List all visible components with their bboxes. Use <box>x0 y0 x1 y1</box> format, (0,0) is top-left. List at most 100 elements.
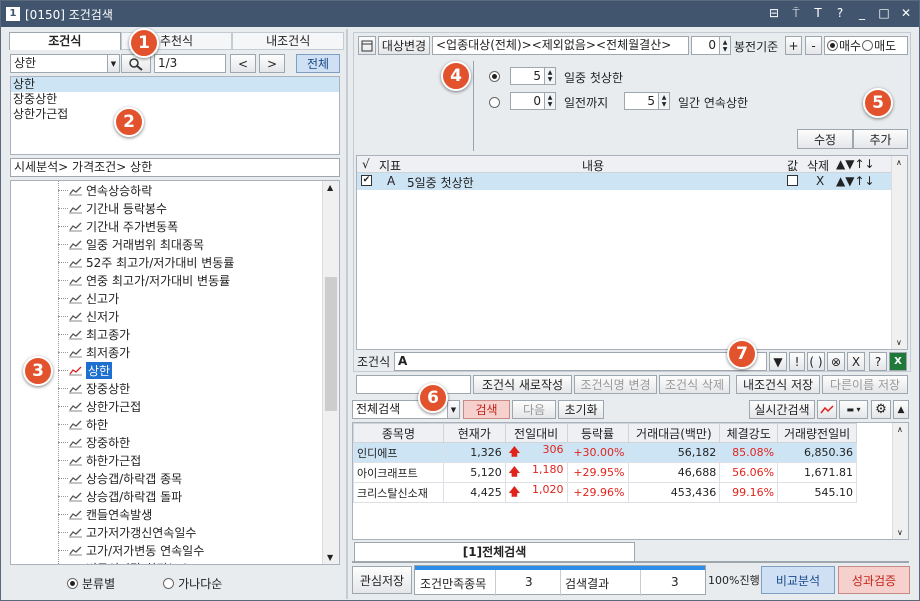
col-diff[interactable]: 전일대비 <box>504 423 568 443</box>
condition-checkbox[interactable]: ✔ <box>361 175 372 186</box>
tree-item[interactable]: 상승갭/하락갭 돌파 <box>58 487 182 505</box>
list-item[interactable]: 장중상한 <box>11 92 339 107</box>
tree-item[interactable]: 장중하한 <box>58 433 130 451</box>
target-icon-button[interactable] <box>358 36 376 55</box>
sort-alpha-radio[interactable] <box>163 578 175 589</box>
maximize-icon[interactable]: □ <box>877 6 891 21</box>
consecutive-days-spinner[interactable]: ▲ ▼ <box>659 92 670 110</box>
tree-item[interactable]: 하한 <box>58 415 108 433</box>
pin-icon[interactable]: ⍑ <box>789 6 803 21</box>
expr-paren-button[interactable]: ( ) <box>807 352 825 371</box>
grid-scrollbar[interactable]: ∧ ∨ <box>892 423 908 539</box>
tree-item[interactable]: 신고가 <box>58 289 119 307</box>
col-power[interactable]: 체결강도 <box>719 423 779 443</box>
condition-scrollbar[interactable]: ∧ ∨ <box>891 156 907 349</box>
table-row[interactable]: 크리스탈신소재 4,425 🡅 1,020 +29.96% 453,436 99.16% 54… <box>353 482 857 503</box>
consecutive-days-input[interactable]: 5 <box>624 92 659 110</box>
result-tab[interactable]: [1]전체검색 <box>354 542 635 562</box>
next-page-button[interactable]: > <box>259 54 285 73</box>
search-execute-button[interactable]: 검색 <box>463 400 510 419</box>
bar-offset-input[interactable]: 0 <box>691 36 720 55</box>
table-row[interactable]: 아이크래프트 5,120 🡅 1,180 +29.95% 46,688 56.06% 1,67… <box>353 462 857 483</box>
bar-offset-spinner[interactable]: ▲ ▼ <box>720 36 731 55</box>
tree-item[interactable]: 신저가 <box>58 307 119 325</box>
prev-page-button[interactable]: < <box>230 54 256 73</box>
font-icon[interactable]: T <box>811 6 825 21</box>
tree-item[interactable]: 고가/저가변동 연속일수 <box>58 541 204 559</box>
tree-item[interactable]: 최고종가 <box>58 325 130 343</box>
next-results-button[interactable]: 다음 <box>512 400 556 419</box>
scope-dropdown-icon[interactable]: ▼ <box>447 400 460 419</box>
search-input[interactable]: 상한 <box>10 54 120 73</box>
tree-item[interactable]: 연중 최고가/저가대비 변동률 <box>58 271 230 289</box>
col-name[interactable]: 종목명 <box>353 423 444 443</box>
save-my-condition-button[interactable]: 내조건식 저장 <box>736 375 820 394</box>
condition-row[interactable]: ✔ A 5일중 첫상한 X ▲▼↑↓ <box>357 173 891 190</box>
tree-item[interactable]: 기간내 등락봉수 <box>58 199 167 217</box>
realtime-search-button[interactable]: 실시간검색 <box>749 400 815 419</box>
expr-help-button[interactable]: ? <box>869 352 887 371</box>
excel-icon[interactable]: X <box>889 352 907 371</box>
consecutive-limit-radio[interactable] <box>489 97 500 108</box>
sort-by-category-radio[interactable] <box>67 578 78 589</box>
first-limit-days-input[interactable]: 5 <box>510 67 545 85</box>
edit-button[interactable]: 수정 <box>797 129 853 149</box>
new-condition-button[interactable]: 조건식 새로작성 <box>473 375 572 394</box>
tree-item[interactable]: 52주 최고가/저가대비 변동률 <box>58 253 234 271</box>
settings-icon[interactable]: ⚙ <box>871 400 891 419</box>
reset-button[interactable]: 초기화 <box>558 400 604 419</box>
tree-item[interactable]: 기간내 주가변동폭 <box>58 217 178 235</box>
days-before-spinner[interactable]: ▲ ▼ <box>545 92 556 110</box>
sell-radio[interactable] <box>862 40 874 51</box>
search-dropdown-button[interactable]: ▼ <box>107 54 120 73</box>
all-button[interactable]: 전체 <box>296 54 340 73</box>
tree-item[interactable]: 연속상승하락 <box>58 181 152 199</box>
expr-clear-button[interactable]: X <box>847 352 865 371</box>
tree-item[interactable]: 하한가근접 <box>58 451 141 469</box>
order-arrows[interactable]: ▲▼↑↓ <box>836 174 875 188</box>
minus-button[interactable]: - <box>805 36 822 55</box>
expr-not-button[interactable]: ! <box>789 352 805 371</box>
performance-verify-button[interactable]: 성과검증 <box>838 566 910 594</box>
table-row[interactable]: 인디에프 1,326 🡅 306 +30.00% 56,182 85.08% 6,850.36 <box>353 442 857 463</box>
delete-condition-button[interactable]: X <box>816 174 824 188</box>
rename-condition-button[interactable]: 조건식명 변경 <box>574 375 657 394</box>
buy-radio[interactable] <box>827 40 838 51</box>
first-limit-days-spinner[interactable]: ▲ ▼ <box>545 67 556 85</box>
list-item[interactable]: 상한가근접 <box>11 107 339 122</box>
delete-condition-formula-button[interactable]: 조건식 삭제 <box>659 375 730 394</box>
col-price[interactable]: 현재가 <box>442 423 506 443</box>
tree-scrollbar[interactable]: ▲ ▼ <box>322 181 339 564</box>
add-button[interactable]: 추가 <box>853 129 908 149</box>
expr-dropdown-button[interactable]: ▼ <box>769 352 787 371</box>
layout-select[interactable]: ▬ ▾ <box>839 400 868 419</box>
tree-item[interactable]: 캔들연속발생 <box>58 505 152 523</box>
chart-icon[interactable] <box>817 400 837 419</box>
plus-button[interactable]: + <box>785 36 802 55</box>
tree-item[interactable]: 상승갭/하락갭 종목 <box>58 469 182 487</box>
save-interest-button[interactable]: 관심저장 <box>352 566 412 594</box>
expression-input[interactable]: A <box>394 352 767 371</box>
tab-condition[interactable]: 조건식 <box>9 32 121 50</box>
col-amount[interactable]: 거래대금(백만) <box>627 423 721 443</box>
tree-item[interactable]: 고가저가갱신연속일수 <box>58 523 196 541</box>
scroll-thumb[interactable] <box>325 277 337 411</box>
condition-name-input[interactable] <box>356 375 471 394</box>
list-item[interactable]: 상한 <box>11 77 339 92</box>
tree-item[interactable]: 상한 <box>58 361 113 379</box>
layout-icon[interactable]: ⊟ <box>767 6 781 21</box>
tree-item[interactable]: 상한가근접 <box>58 397 141 415</box>
save-as-button[interactable]: 다른이름 저장 <box>822 375 908 394</box>
tab-my-condition[interactable]: 내조건식 <box>232 32 345 50</box>
col-rate[interactable]: 등락률 <box>566 423 629 443</box>
value-checkbox[interactable] <box>787 175 798 186</box>
days-before-input[interactable]: 0 <box>510 92 545 110</box>
tree-item[interactable]: 장중상한 <box>58 379 130 397</box>
tree-item[interactable]: 일중 거래범위 최대종목 <box>58 235 204 253</box>
col-volume[interactable]: 거래량전일비 <box>777 423 857 443</box>
compare-analysis-button[interactable]: 비교분석 <box>761 566 835 594</box>
help-icon[interactable]: ? <box>833 6 847 21</box>
tree-item[interactable]: 변동성이탈/회귀(%) <box>69 559 188 565</box>
change-target-button[interactable]: 대상변경 <box>378 36 430 55</box>
collapse-icon[interactable]: ▲ <box>893 400 909 419</box>
